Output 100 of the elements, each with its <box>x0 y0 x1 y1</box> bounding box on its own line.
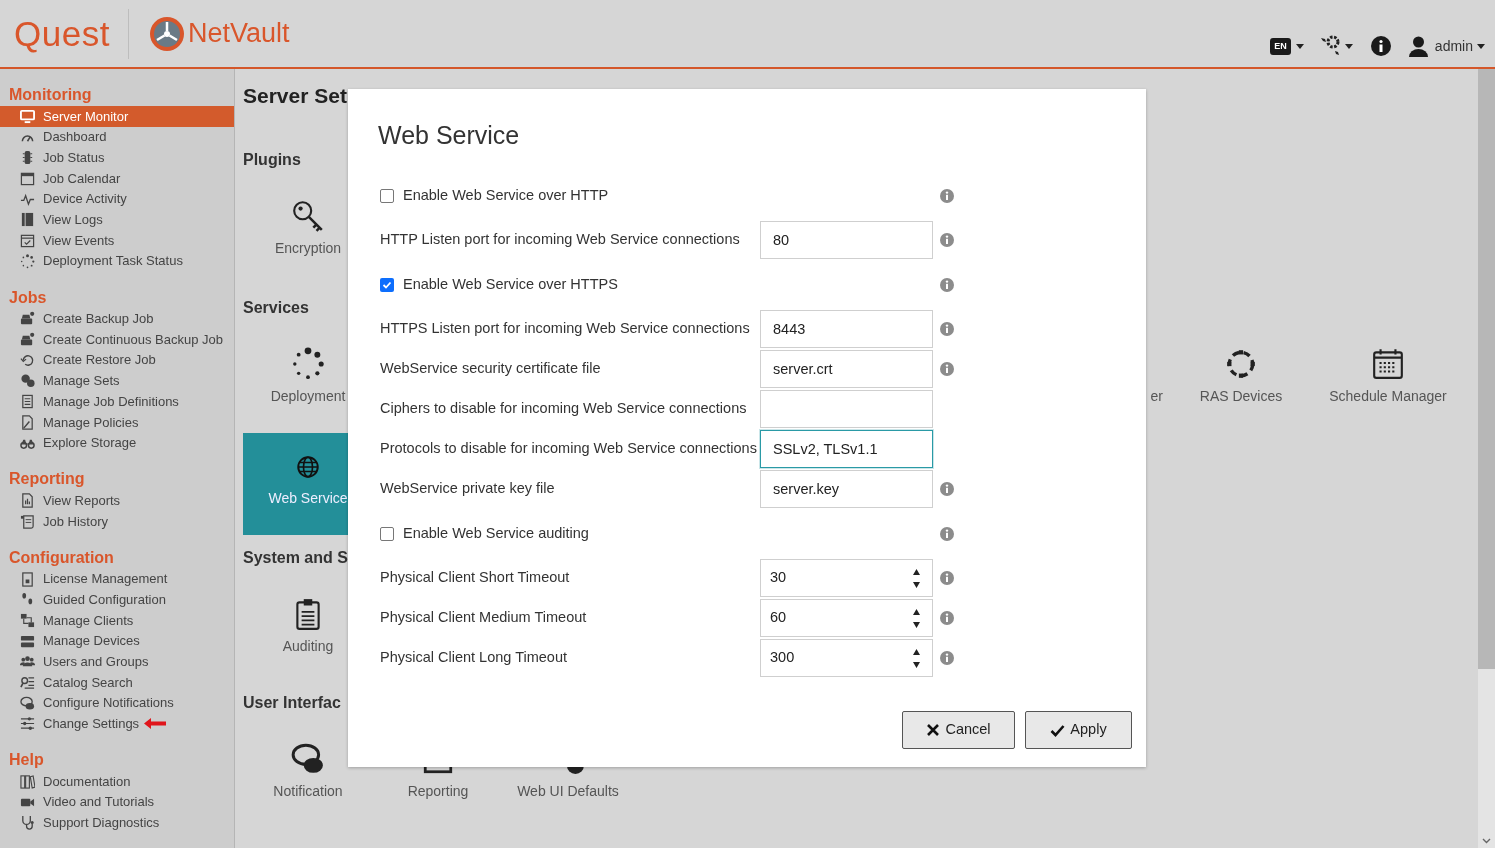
section-heading: Reporting <box>8 469 86 490</box>
tile-label[interactable]: Auditing <box>282 637 334 655</box>
sidebar-item[interactable]: Guided Configuration <box>0 589 234 611</box>
sidebar-item[interactable]: Server Monitor <box>0 106 234 127</box>
field-label: WebService security certificate file <box>379 359 602 379</box>
text-field[interactable]: 8443 <box>760 310 933 348</box>
sidebar-item[interactable]: Device Activity <box>0 188 234 210</box>
globe-icon <box>296 455 320 479</box>
sidebar-item[interactable]: License Management <box>0 568 234 590</box>
dialog-title: Web Service <box>378 120 521 151</box>
tile-label[interactable]: Reporting <box>407 782 469 800</box>
checkbox-label: Enable Web Service over HTTP <box>403 185 609 205</box>
pulse-icon <box>20 191 35 207</box>
sidebar-item[interactable]: Catalog Search <box>0 672 234 693</box>
scroll-icon <box>20 513 35 529</box>
chat-icon <box>20 695 35 711</box>
sidebar-item[interactable]: Documentation <box>0 771 234 792</box>
sliders-icon <box>20 716 35 732</box>
scrollbar[interactable] <box>1478 69 1495 848</box>
sidebar-item[interactable]: Configure Notifications <box>0 692 234 714</box>
monitor-icon <box>20 108 35 124</box>
sidebar-item[interactable]: Manage Clients <box>0 610 234 631</box>
text-field[interactable]: server.crt <box>760 350 933 388</box>
apply-button[interactable]: Apply <box>1025 711 1132 749</box>
sidebar-item[interactable]: Video and Tutorials <box>0 791 234 813</box>
section-heading: Configuration <box>8 547 115 568</box>
sidebar-item[interactable]: Dashboard <box>0 126 234 148</box>
scrollbar-thumb[interactable] <box>1478 69 1495 669</box>
key-icon <box>291 199 325 233</box>
caret-icon[interactable] <box>1344 43 1353 49</box>
language-button[interactable]: EN <box>1270 37 1291 55</box>
checkbox-label: Enable Web Service over HTTPS <box>403 274 618 294</box>
sidebar-item[interactable]: View Reports <box>0 490 234 511</box>
section-heading: System and S <box>243 548 349 568</box>
scroll-down-icon[interactable] <box>1482 838 1491 844</box>
sidebar-item[interactable]: Job Calendar <box>0 168 234 189</box>
tile-label[interactable]: Deployment <box>270 387 346 405</box>
spinner-arrows-icon[interactable] <box>913 648 920 668</box>
sidebar-item[interactable]: Manage Sets <box>0 370 234 392</box>
ring-icon <box>1224 347 1258 381</box>
tile-label[interactable]: Web UI Defaults <box>517 782 619 800</box>
section-heading: Jobs <box>8 287 48 308</box>
text-field[interactable]: server.key <box>760 470 933 508</box>
checkbox[interactable] <box>380 188 394 203</box>
user-menu[interactable]: admin <box>1434 35 1473 57</box>
license-icon <box>20 571 35 587</box>
calendar-check-icon <box>20 232 35 248</box>
user-icon[interactable] <box>1408 35 1428 57</box>
calendar-icon <box>20 170 35 186</box>
tile-label[interactable]: Encryption <box>274 239 342 257</box>
sidebar-item[interactable]: Create Restore Job <box>0 349 234 371</box>
list-icon <box>20 394 35 410</box>
drive-icon <box>20 332 35 348</box>
info-icon[interactable] <box>1370 36 1391 56</box>
server-icon <box>20 633 35 649</box>
sidebar-item[interactable]: Explore Storage <box>0 432 234 454</box>
text-field[interactable]: 80 <box>760 221 933 259</box>
field-label: WebService private key file <box>379 479 556 499</box>
sidebar-item[interactable]: Users and Groups <box>0 651 234 673</box>
cancel-button[interactable]: Cancel <box>902 711 1015 749</box>
sidebar-item[interactable]: Change Settings <box>0 713 234 735</box>
sidebar-item[interactable]: Job Status <box>0 147 234 169</box>
checkbox[interactable] <box>380 526 394 541</box>
tile-label[interactable]: RAS Devices <box>1199 387 1283 405</box>
number-field[interactable]: 30 <box>760 559 933 597</box>
number-field[interactable]: 60 <box>760 599 933 637</box>
network-icon <box>20 612 35 628</box>
chart-document-icon <box>20 493 35 509</box>
restore-icon <box>20 352 35 368</box>
text-field[interactable] <box>760 390 933 428</box>
sidebar-item[interactable]: Job History <box>0 511 234 532</box>
section-heading: Services <box>243 298 310 318</box>
document-icon <box>20 414 35 430</box>
caret-icon[interactable] <box>1477 43 1485 49</box>
tile-label[interactable]: Schedule Manager <box>1329 387 1447 405</box>
spinner-arrows-icon[interactable] <box>913 608 920 628</box>
field-label: HTTPS Listen port for incoming Web Service connections <box>379 319 751 339</box>
sidebar-item[interactable]: Manage Policies <box>0 411 234 433</box>
sidebar-item[interactable]: View Events <box>0 230 234 251</box>
field-label: Physical Client Medium Timeout <box>379 608 588 628</box>
drive-icon <box>20 311 35 327</box>
sidebar-item[interactable]: Manage Devices <box>0 630 234 652</box>
section-heading: Plugins <box>243 150 302 170</box>
sidebar-item[interactable]: Create Backup Job <box>0 308 234 330</box>
page-title: Server Set <box>243 83 348 109</box>
caret-icon[interactable] <box>1295 43 1304 49</box>
checkbox[interactable] <box>380 277 394 292</box>
tile-label[interactable]: er <box>1150 387 1163 405</box>
sidebar-item[interactable]: Support Diagnostics <box>0 812 234 834</box>
text-field[interactable]: SSLv2, TLSv1.1 <box>760 430 933 468</box>
sidebar-item[interactable]: Create Continuous Backup Job <box>0 329 234 350</box>
sidebar-item[interactable]: View Logs <box>0 209 234 231</box>
sidebar-item[interactable]: Deployment Task Status <box>0 250 234 272</box>
book-icon <box>20 212 35 228</box>
number-field[interactable]: 300 <box>760 639 933 677</box>
field-label: Physical Client Long Timeout <box>379 648 568 668</box>
tile-label[interactable]: Notification <box>273 782 343 800</box>
sidebar-item[interactable]: Manage Job Definitions <box>0 391 234 412</box>
check-icon <box>1050 723 1066 737</box>
spinner-arrows-icon[interactable] <box>913 568 920 588</box>
